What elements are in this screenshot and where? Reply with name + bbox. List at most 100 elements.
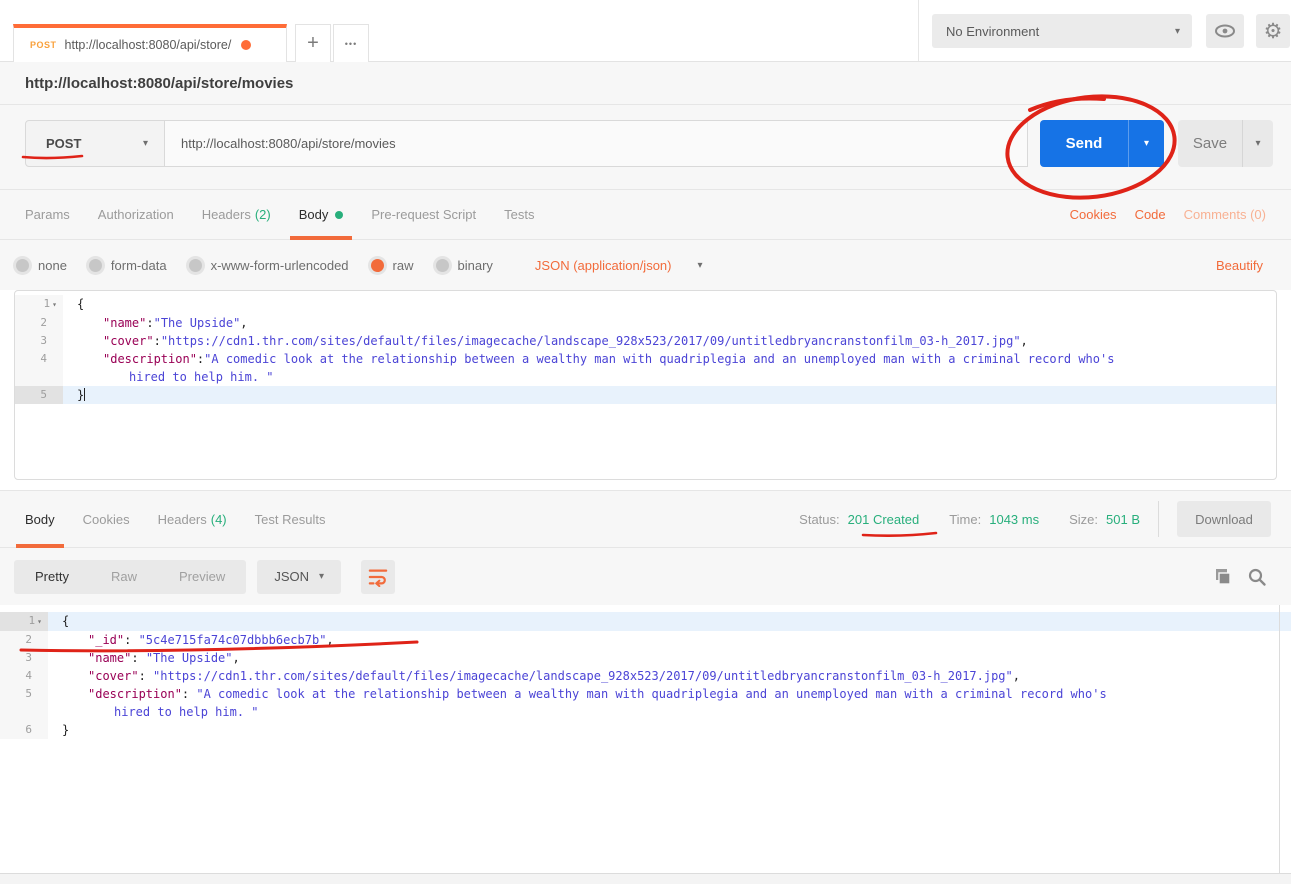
url-input[interactable]: http://localhost:8080/api/store/movies	[164, 120, 1028, 167]
response-tab-cookies[interactable]: Cookies	[74, 491, 139, 547]
body-type-binary[interactable]: binary	[436, 258, 493, 273]
request-tabs-row: Params Authorization Headers(2) Body Pre-req…	[0, 190, 1291, 240]
search-icon[interactable]	[1247, 567, 1267, 587]
code-line: 6}	[0, 721, 1291, 739]
code-token: {	[62, 614, 69, 628]
code-token: ,	[1021, 334, 1028, 348]
text-cursor	[84, 388, 85, 401]
save-options-caret[interactable]: ▾	[1242, 120, 1273, 167]
code-token: :	[182, 687, 196, 701]
copy-icon[interactable]	[1213, 567, 1233, 587]
code-line: 2"name":"The Upside",	[15, 314, 1276, 332]
code-line: hired to help him. "	[0, 703, 1291, 721]
line-number: 4	[0, 667, 48, 685]
settings-button[interactable]: ⚙	[1256, 14, 1290, 48]
body-type-row: none form-data x-www-form-urlencoded raw bin…	[0, 240, 1291, 290]
beautify-link[interactable]: Beautify	[1216, 258, 1263, 273]
tab-count: (4)	[211, 512, 227, 527]
radio-icon	[89, 259, 102, 272]
line-number: 3	[0, 649, 48, 667]
tab-params[interactable]: Params	[16, 190, 79, 239]
code-text: {	[48, 612, 1291, 631]
response-tab-headers[interactable]: Headers (4)	[149, 491, 236, 547]
tab-options-button[interactable]: •••	[333, 24, 369, 62]
plus-icon: +	[307, 32, 319, 55]
tab-authorization[interactable]: Authorization	[89, 190, 183, 239]
editor-edge-line	[1279, 605, 1280, 873]
code-link[interactable]: Code	[1135, 207, 1166, 222]
code-text: "name": "The Upside",	[48, 649, 1291, 667]
code-line: 4"cover": "https://cdn1.thr.com/sites/de…	[0, 667, 1291, 685]
radio-label: none	[38, 258, 67, 273]
content-type-selector[interactable]: JSON (application/json) ▾	[535, 258, 703, 273]
tab-headers[interactable]: Headers(2)	[193, 190, 280, 239]
body-type-x-www-form-urlencoded[interactable]: x-www-form-urlencoded	[189, 258, 349, 273]
send-button[interactable]: Send ▾	[1040, 120, 1164, 167]
save-button[interactable]: Save ▾	[1178, 120, 1273, 167]
tab-body[interactable]: Body	[290, 190, 353, 239]
body-type-form-data[interactable]: form-data	[89, 258, 167, 273]
view-mode-group: PrettyRawPreview	[14, 560, 246, 594]
response-tab-test-results[interactable]: Test Results	[246, 491, 335, 547]
view-mode-pretty[interactable]: Pretty	[14, 569, 90, 584]
body-type-raw[interactable]: raw	[371, 258, 414, 273]
code-token: :	[146, 316, 153, 330]
ellipsis-icon: •••	[345, 39, 357, 49]
response-toolbar: PrettyRawPreview JSON ▾	[0, 548, 1291, 605]
tab-tests[interactable]: Tests	[495, 190, 543, 239]
comments-0--link[interactable]: Comments (0)	[1184, 207, 1266, 222]
response-format-selector[interactable]: JSON ▾	[257, 560, 341, 594]
code-text: hired to help him. "	[63, 368, 1276, 386]
request-title-row: http://localhost:8080/api/store/movies	[0, 62, 1291, 105]
wrap-lines-button[interactable]	[361, 560, 395, 594]
response-body-viewer[interactable]: 1▾{2"_id": "5c4e715fa74c07dbbb6ecb7b",3"…	[0, 605, 1291, 873]
code-token: "description"	[88, 687, 182, 701]
code-token: "description"	[103, 352, 197, 366]
tab-label: Body	[25, 512, 55, 527]
tab-label: Tests	[504, 207, 534, 222]
tab-label: Authorization	[98, 207, 174, 222]
time-value: 1043 ms	[989, 512, 1039, 527]
tab-label: Test Results	[255, 512, 326, 527]
cookies-link[interactable]: Cookies	[1070, 207, 1117, 222]
meta-divider	[1158, 501, 1159, 537]
line-number	[0, 703, 48, 721]
response-tabs: Body Cookies Headers (4) Test Results	[16, 491, 344, 547]
code-text: hired to help him. "	[48, 703, 1291, 721]
view-mode-raw[interactable]: Raw	[90, 569, 158, 584]
code-token: ,	[326, 633, 333, 647]
code-token: "_id"	[88, 633, 124, 647]
line-number: 1▾	[0, 612, 48, 631]
code-token: ,	[233, 651, 240, 665]
line-number: 2	[15, 314, 63, 332]
environment-selector[interactable]: No Environment ▾	[932, 14, 1192, 48]
code-token: "cover"	[103, 334, 154, 348]
request-tab[interactable]: POST http://localhost:8080/api/store/	[13, 24, 287, 62]
tab-label: Cookies	[83, 512, 130, 527]
tab-label: Headers	[158, 512, 207, 527]
tab-pre-request-script[interactable]: Pre-request Script	[362, 190, 485, 239]
response-tab-body[interactable]: Body	[16, 491, 64, 547]
code-text: }	[63, 386, 1276, 404]
line-number	[15, 368, 63, 386]
radio-icon	[371, 259, 384, 272]
radio-icon	[436, 259, 449, 272]
code-line: 5"description": "A comedic look at the r…	[0, 685, 1291, 703]
tab-url-label: http://localhost:8080/api/store/	[65, 38, 232, 52]
chevron-down-icon: ▾	[319, 571, 324, 582]
url-value: http://localhost:8080/api/store/movies	[181, 136, 396, 151]
view-mode-preview[interactable]: Preview	[158, 569, 246, 584]
environment-quick-look-button[interactable]	[1206, 14, 1244, 48]
send-options-caret[interactable]: ▾	[1128, 120, 1164, 167]
new-tab-button[interactable]: +	[295, 24, 331, 62]
code-line: 3"cover":"https://cdn1.thr.com/sites/def…	[15, 332, 1276, 350]
body-type-none[interactable]: none	[16, 258, 67, 273]
tab-label: Body	[299, 207, 329, 222]
code-line: 1▾{	[15, 295, 1276, 314]
code-token: hired to help him. "	[129, 370, 274, 384]
method-selector[interactable]: POST ▾	[25, 120, 165, 167]
download-button[interactable]: Download	[1177, 501, 1271, 537]
code-line: 3"name": "The Upside",	[0, 649, 1291, 667]
code-token: :	[124, 633, 138, 647]
request-body-editor[interactable]: 1▾{2"name":"The Upside",3"cover":"https:…	[14, 290, 1277, 480]
